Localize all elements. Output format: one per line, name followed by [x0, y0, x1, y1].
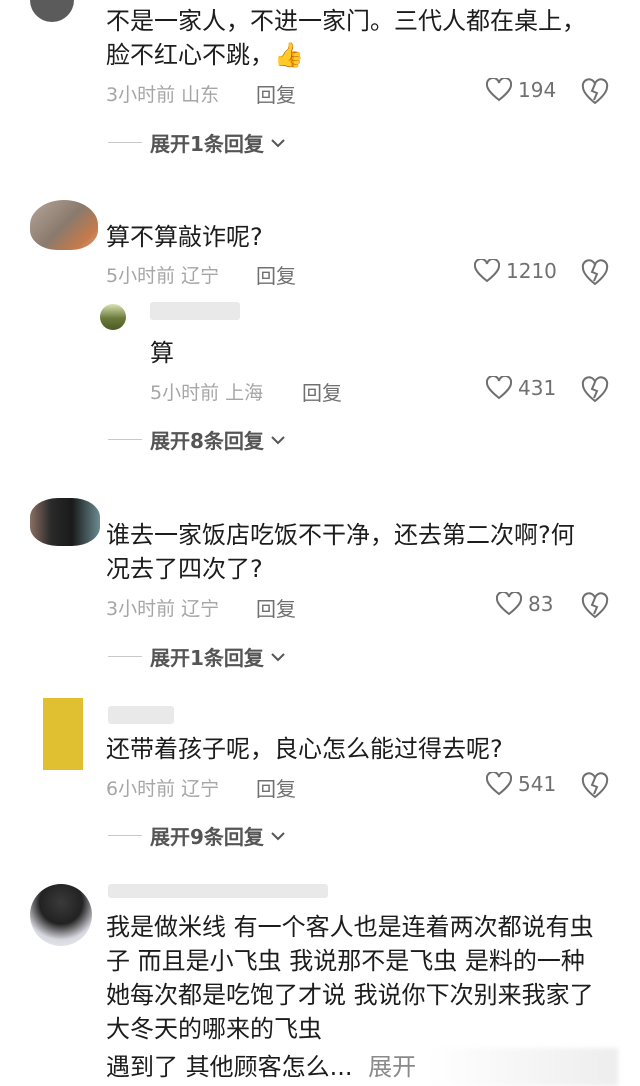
- comment-time-location: 6小时前 辽宁: [106, 778, 220, 800]
- avatar[interactable]: [30, 200, 98, 250]
- divider-line: [108, 142, 142, 143]
- divider-line: [108, 439, 142, 440]
- expand-label: 展开1条回复: [150, 132, 264, 156]
- heart-icon: [474, 259, 500, 283]
- comment-time-location: 3小时前 辽宁: [106, 598, 220, 620]
- reply-button[interactable]: 回复: [302, 377, 342, 406]
- comment-text: 不是一家人，不进一家门。三代人都在桌上，脸不红心不跳，👍: [106, 4, 586, 72]
- expand-replies-button[interactable]: 展开9条回复: [108, 821, 286, 850]
- comment-time-location: 3小时前 山东: [106, 84, 220, 106]
- divider-line: [108, 835, 142, 836]
- reply-time-location: 5小时前 上海: [150, 382, 264, 404]
- expand-replies-button[interactable]: 展开1条回复: [108, 128, 286, 157]
- heart-icon: [486, 78, 512, 102]
- comment-text: 谁去一家饭店吃饭不干净，还去第二次啊?何况去了四次了?: [106, 521, 575, 583]
- like-button[interactable]: 83: [496, 592, 553, 616]
- avatar[interactable]: [30, 698, 96, 770]
- broken-heart-icon[interactable]: [581, 592, 609, 620]
- comment-text: 我是做米线 有一个客人也是连着两次都说有虫子 而且是小飞虫 我说那不是飞虫 是料…: [106, 913, 594, 1043]
- like-count: 194: [518, 78, 557, 102]
- chevron-down-icon: [271, 652, 285, 661]
- reply-text: 算: [150, 339, 174, 367]
- comment-text-body: 不是一家人，不进一家门。三代人都在桌上，脸不红心不跳，: [106, 7, 586, 69]
- heart-icon: [496, 592, 522, 616]
- reply-button[interactable]: 回复: [256, 260, 296, 289]
- like-button[interactable]: 1210: [474, 259, 557, 283]
- expand-replies-button[interactable]: 展开8条回复: [108, 425, 286, 454]
- username-blurred: [150, 302, 240, 320]
- broken-heart-icon[interactable]: [581, 376, 609, 404]
- comment-text: 还带着孩子呢，良心怎么能过得去呢?: [106, 735, 503, 763]
- heart-icon: [486, 376, 512, 400]
- chevron-down-icon: [271, 435, 285, 444]
- like-count: 431: [518, 376, 557, 400]
- show-more-link[interactable]: 展开: [368, 1053, 416, 1081]
- reply-button[interactable]: 回复: [256, 773, 296, 802]
- expand-label: 展开8条回复: [150, 429, 264, 453]
- avatar[interactable]: [30, 0, 74, 22]
- expand-label: 展开1条回复: [150, 646, 264, 670]
- username-blurred: [108, 884, 328, 898]
- thumbs-up-emoji: 👍: [274, 41, 304, 69]
- broken-heart-icon[interactable]: [581, 259, 609, 287]
- blur-overlay: [428, 1048, 618, 1086]
- comment-text-truncated: 遇到了 其他顾客怎么...: [106, 1053, 353, 1081]
- reply-button[interactable]: 回复: [256, 593, 296, 622]
- heart-icon: [486, 772, 512, 796]
- chevron-down-icon: [271, 831, 285, 840]
- broken-heart-icon[interactable]: [581, 772, 609, 800]
- expand-replies-button[interactable]: 展开1条回复: [108, 642, 286, 671]
- avatar[interactable]: [30, 884, 92, 946]
- like-button[interactable]: 194: [486, 78, 556, 102]
- comment-time-location: 5小时前 辽宁: [106, 265, 220, 287]
- like-count: 1210: [506, 259, 557, 283]
- chevron-down-icon: [271, 138, 285, 147]
- reply-button[interactable]: 回复: [256, 79, 296, 108]
- comment-text: 算不算敲诈呢?: [106, 223, 263, 251]
- username-blurred: [108, 706, 174, 724]
- expand-label: 展开9条回复: [150, 825, 264, 849]
- like-count: 541: [518, 772, 557, 796]
- sub-avatar[interactable]: [100, 304, 126, 330]
- like-button[interactable]: 541: [486, 772, 556, 796]
- like-button[interactable]: 431: [486, 376, 556, 400]
- avatar[interactable]: [30, 498, 100, 546]
- like-count: 83: [528, 592, 554, 616]
- divider-line: [108, 656, 142, 657]
- broken-heart-icon[interactable]: [581, 78, 609, 106]
